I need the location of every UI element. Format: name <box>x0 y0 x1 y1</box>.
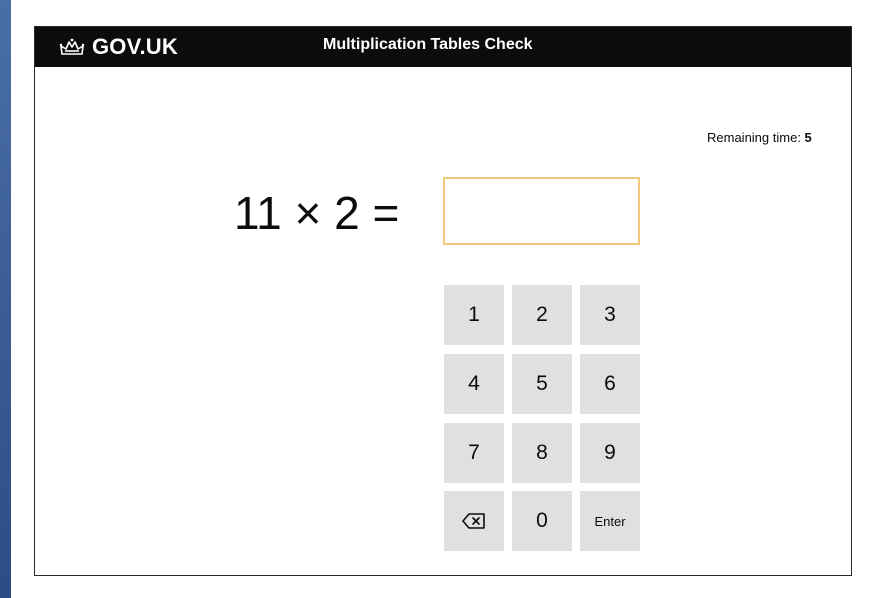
enter-button[interactable]: Enter <box>580 491 640 551</box>
remaining-time-value: 5 <box>804 130 812 145</box>
govuk-logo: GOV.UK <box>59 34 178 60</box>
question-text: 11 × 2 = <box>234 187 400 239</box>
key-7[interactable]: 7 <box>444 423 504 483</box>
key-3[interactable]: 3 <box>580 285 640 345</box>
brand-text: GOV.UK <box>92 34 178 59</box>
answer-input[interactable] <box>443 177 640 245</box>
key-8[interactable]: 8 <box>512 423 572 483</box>
header-bar: GOV.UK Multiplication Tables Check <box>35 27 851 67</box>
key-9[interactable]: 9 <box>580 423 640 483</box>
number-keypad: 1 2 3 4 5 6 7 8 9 0 Enter <box>444 285 640 551</box>
check-panel: GOV.UK Multiplication Tables Check Remai… <box>34 26 852 576</box>
key-0[interactable]: 0 <box>512 491 572 551</box>
key-6[interactable]: 6 <box>580 354 640 414</box>
backspace-icon <box>462 513 485 529</box>
key-4[interactable]: 4 <box>444 354 504 414</box>
remaining-time-label: Remaining time: <box>707 130 805 145</box>
key-1[interactable]: 1 <box>444 285 504 345</box>
key-5[interactable]: 5 <box>512 354 572 414</box>
backspace-button[interactable] <box>444 491 504 551</box>
app-title: Multiplication Tables Check <box>323 36 533 53</box>
remaining-time: Remaining time: 5 <box>707 130 812 145</box>
key-2[interactable]: 2 <box>512 285 572 345</box>
crown-icon <box>59 38 85 55</box>
